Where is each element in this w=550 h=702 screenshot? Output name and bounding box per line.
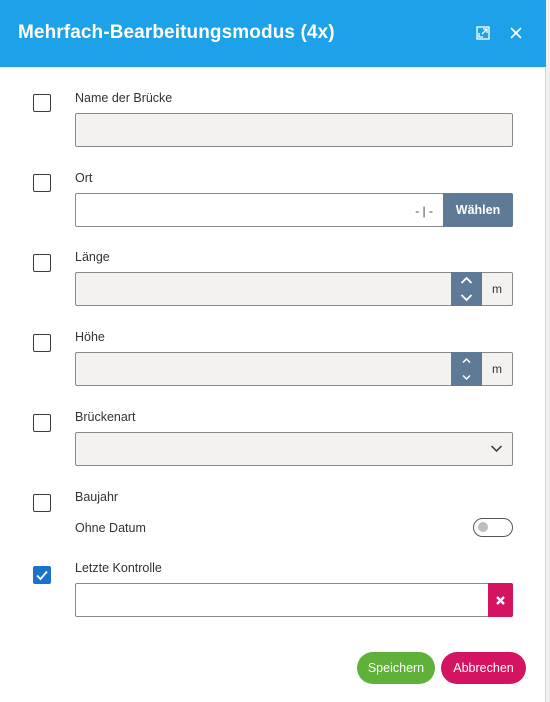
ohne-datum-label: Ohne Datum <box>75 521 146 535</box>
laenge-unit: m <box>482 272 513 306</box>
multi-edit-dialog: Mehrfach-Bearbeitungsmodus (4x) Name der… <box>0 0 546 702</box>
clear-icon <box>496 596 505 605</box>
brueckenart-checkbox[interactable] <box>33 414 51 432</box>
dialog-title: Mehrfach-Bearbeitungsmodus (4x) <box>18 22 335 43</box>
laenge-decrement-icon[interactable] <box>451 289 482 306</box>
dialog-header: Mehrfach-Bearbeitungsmodus (4x) <box>0 0 546 67</box>
hoehe-input[interactable] <box>75 352 451 386</box>
cancel-button[interactable]: Abbrechen <box>441 652 526 684</box>
name-checkbox[interactable] <box>33 94 51 112</box>
expand-icon[interactable] <box>474 24 492 42</box>
laenge-field: m <box>75 272 513 306</box>
hoehe-label: Höhe <box>75 330 105 344</box>
name-input[interactable] <box>75 113 513 147</box>
laenge-label: Länge <box>75 250 110 264</box>
laenge-input[interactable] <box>75 272 451 306</box>
ort-label: Ort <box>75 171 93 185</box>
hoehe-field: m <box>75 352 513 386</box>
brueckenart-select[interactable] <box>75 432 513 466</box>
toggle-knob <box>478 522 488 532</box>
letzte-kontrolle-label: Letzte Kontrolle <box>75 561 162 575</box>
ort-coordinates: - | - <box>415 204 433 218</box>
clear-date-button[interactable] <box>488 583 513 617</box>
hoehe-unit: m <box>482 352 513 386</box>
checkmark-icon <box>36 570 48 581</box>
close-icon[interactable] <box>507 24 525 42</box>
chevron-down-icon <box>490 445 503 453</box>
letzte-kontrolle-input[interactable] <box>75 583 489 617</box>
letzte-kontrolle-checkbox[interactable] <box>33 566 51 584</box>
save-button[interactable]: Speichern <box>357 652 435 684</box>
page-backdrop <box>546 0 550 702</box>
ort-checkbox[interactable] <box>33 174 51 192</box>
ort-select-button[interactable]: Wählen <box>443 193 513 227</box>
ort-input[interactable]: - | - <box>75 193 444 227</box>
hoehe-spinner <box>451 352 482 386</box>
laenge-checkbox[interactable] <box>33 254 51 272</box>
laenge-increment-icon[interactable] <box>451 272 482 289</box>
hoehe-increment-icon[interactable] <box>451 352 482 369</box>
name-label: Name der Brücke <box>75 91 173 105</box>
hoehe-decrement-icon[interactable] <box>451 369 482 386</box>
hoehe-checkbox[interactable] <box>33 334 51 352</box>
baujahr-label: Baujahr <box>75 490 119 504</box>
brueckenart-label: Brückenart <box>75 410 136 424</box>
ohne-datum-toggle[interactable] <box>473 518 513 537</box>
baujahr-checkbox[interactable] <box>33 494 51 512</box>
laenge-spinner <box>451 272 482 306</box>
